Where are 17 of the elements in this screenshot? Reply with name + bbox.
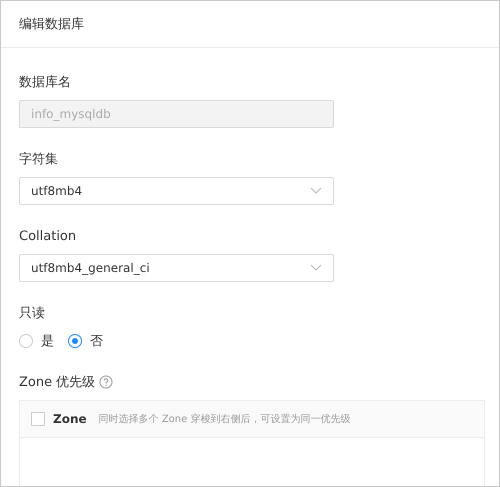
radio-label[interactable]: 是	[41, 332, 54, 350]
field-label: 数据库名	[19, 74, 71, 91]
select-field[interactable]: utf8mb4	[19, 177, 334, 205]
checkbox[interactable]	[31, 412, 45, 426]
dialog-title: 编辑数据库	[19, 16, 84, 33]
column-header: Zone	[53, 412, 87, 426]
chevron-down-icon	[310, 264, 322, 272]
select-field[interactable]: utf8mb4_general_ci	[19, 254, 334, 282]
hint-text: 同时选择多个 Zone 穿梭到右侧后，可设置为同一优先级	[98, 412, 350, 426]
field-label: 字符集	[19, 151, 58, 168]
field-label: 只读	[19, 305, 45, 322]
radio-button[interactable]	[19, 334, 33, 348]
field-label: Collation	[19, 228, 76, 244]
chevron-down-icon	[310, 187, 322, 195]
radio-button[interactable]	[68, 334, 82, 348]
radio-label[interactable]: 否	[90, 332, 103, 350]
field-label: Zone 优先级	[19, 374, 96, 391]
